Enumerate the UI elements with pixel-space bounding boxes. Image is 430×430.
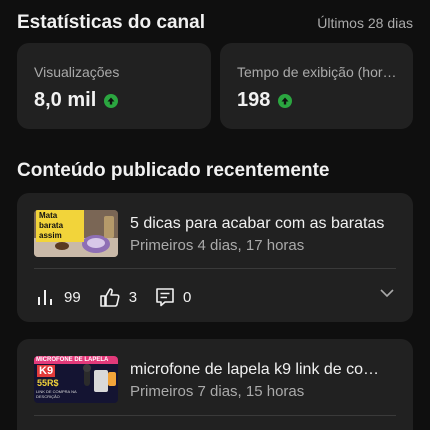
thumbs-up-icon xyxy=(99,288,120,307)
video-card[interactable]: Mata barata assim 5 dicas para acabar co… xyxy=(17,193,413,322)
stat-value: 8,0 mil xyxy=(34,89,97,111)
stat-value: 198 xyxy=(237,89,271,111)
thumbnail-brand: K9 xyxy=(37,365,56,377)
video-thumbnail[interactable]: Mata barata assim xyxy=(34,210,118,257)
video-subtitle: Primeiros 7 dias, 15 horas xyxy=(130,383,305,400)
views-stat-card[interactable]: Visualizações 8,0 mil xyxy=(17,43,211,129)
divider xyxy=(34,268,396,269)
video-title[interactable]: microfone de lapela k9 link de com… xyxy=(130,361,390,379)
views-metric: 99 xyxy=(36,288,81,306)
thumbnail-text: MICROFONE DE LAPELA xyxy=(36,357,109,363)
watch-time-stat-card[interactable]: Tempo de exibição (hor… 198 xyxy=(220,43,413,129)
comment-icon xyxy=(156,288,174,307)
chevron-down-icon[interactable] xyxy=(379,288,395,298)
stat-label: Tempo de exibição (hor… xyxy=(237,64,397,80)
thumbnail-caption: LINK DE COMPRA NA DESCRIÇÃO xyxy=(36,389,77,399)
comments-metric: 0 xyxy=(155,287,191,307)
likes-count: 3 xyxy=(128,288,138,306)
video-thumbnail[interactable]: MICROFONE DE LAPELA K9 55R$ LINK DE COMP… xyxy=(34,356,118,403)
video-metrics: 99 3 0 xyxy=(36,285,209,309)
likes-metric: 3 xyxy=(99,287,137,307)
video-card[interactable]: MICROFONE DE LAPELA K9 55R$ LINK DE COMP… xyxy=(17,339,413,430)
page-title: Estatísticas do canal xyxy=(17,12,205,33)
divider xyxy=(34,415,396,416)
thumbnail-price: 55R$ xyxy=(37,378,59,388)
video-subtitle: Primeiros 4 dias, 17 horas xyxy=(130,237,305,254)
period-label[interactable]: Últimos 28 dias xyxy=(317,15,413,31)
video-title[interactable]: 5 dicas para acabar com as baratas xyxy=(130,215,390,233)
channel-stats-header: Estatísticas do canal Últimos 28 dias xyxy=(17,8,413,38)
stat-value-row: 8,0 mil xyxy=(34,89,119,112)
thumbnail-text: Mata barata assim xyxy=(36,210,84,242)
stat-value-row: 198 xyxy=(237,89,293,112)
views-bar-icon xyxy=(38,290,52,305)
section-title: Conteúdo publicado recentemente xyxy=(17,160,330,181)
views-count: 99 xyxy=(64,288,81,306)
up-arrow-icon xyxy=(278,93,293,108)
up-arrow-icon xyxy=(104,93,119,108)
comments-count: 0 xyxy=(183,288,192,306)
stat-label: Visualizações xyxy=(34,64,120,80)
